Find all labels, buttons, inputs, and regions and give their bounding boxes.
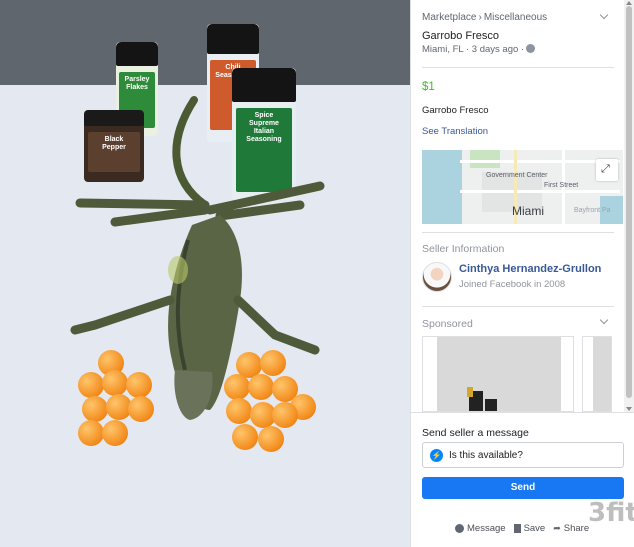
orange-bag-right: [222, 350, 318, 455]
listing-price: $1: [422, 81, 435, 93]
expand-map-button[interactable]: ⤢: [596, 159, 618, 181]
listing-description: Garrobo Fresco: [422, 105, 489, 116]
map-label-miami: Miami: [512, 204, 544, 218]
message-action[interactable]: Message: [455, 523, 506, 534]
see-translation-link[interactable]: See Translation: [422, 126, 488, 137]
watermark-logo: 3fit30: [588, 498, 634, 528]
divider: [422, 232, 614, 233]
expand-icon: ⤢: [601, 163, 610, 175]
message-input-text[interactable]: Is this available?: [449, 450, 523, 461]
message-input[interactable]: ⚡ Is this available?: [422, 442, 624, 468]
breadcrumb-marketplace[interactable]: Marketplace: [422, 12, 476, 23]
scrollbar-thumb[interactable]: [626, 6, 632, 398]
orange-bag-left: [76, 350, 156, 450]
chevron-down-icon[interactable]: [599, 10, 609, 20]
bookmark-icon: [513, 524, 521, 533]
save-action[interactable]: Save: [513, 523, 545, 534]
divider: [422, 306, 614, 307]
message-icon: [455, 524, 464, 533]
panel-scrollbar[interactable]: [624, 0, 634, 412]
map-label-first-street: First Street: [544, 182, 579, 189]
map-label-government-center: Government Center: [486, 172, 548, 179]
divider: [422, 67, 614, 68]
breadcrumb-miscellaneous[interactable]: Miscellaneous: [484, 12, 547, 23]
listing-photo[interactable]: ParsleyFlakes BlackPepper ChiliSeasoning…: [0, 0, 410, 547]
iguana-illustration: [70, 96, 325, 420]
location-map[interactable]: Government Center First Street Miami Bay…: [422, 150, 623, 224]
sponsored-card[interactable]: [422, 336, 574, 412]
seller-joined-date: Joined Facebook in 2008: [459, 279, 566, 290]
listing-location-time: Miami, FL · 3 days ago ·: [422, 44, 536, 55]
globe-icon: [526, 44, 536, 53]
listing-title: Garrobo Fresco: [422, 30, 500, 42]
seller-avatar[interactable]: [422, 262, 452, 292]
share-icon: ➦: [553, 523, 561, 533]
seller-name-link[interactable]: Cinthya Hernandez-Grullon: [459, 263, 601, 275]
send-button[interactable]: Send: [422, 477, 624, 499]
share-action[interactable]: ➦ Share: [553, 523, 589, 534]
scroll-down-icon[interactable]: [626, 407, 632, 411]
listing-actions: Message Save ➦ Share: [455, 523, 589, 534]
messenger-icon: ⚡: [430, 449, 443, 462]
scroll-up-icon[interactable]: [626, 1, 632, 5]
breadcrumb: Marketplace › Miscellaneous: [422, 12, 548, 23]
sponsored-card[interactable]: [582, 336, 612, 412]
seller-information-heading: Seller Information: [422, 243, 505, 255]
chevron-down-icon[interactable]: [599, 315, 609, 325]
map-label-bayfront: Bayfront Pa: [574, 207, 611, 214]
send-seller-message-label: Send seller a message: [422, 427, 529, 439]
sponsored-heading: Sponsored: [422, 318, 473, 330]
